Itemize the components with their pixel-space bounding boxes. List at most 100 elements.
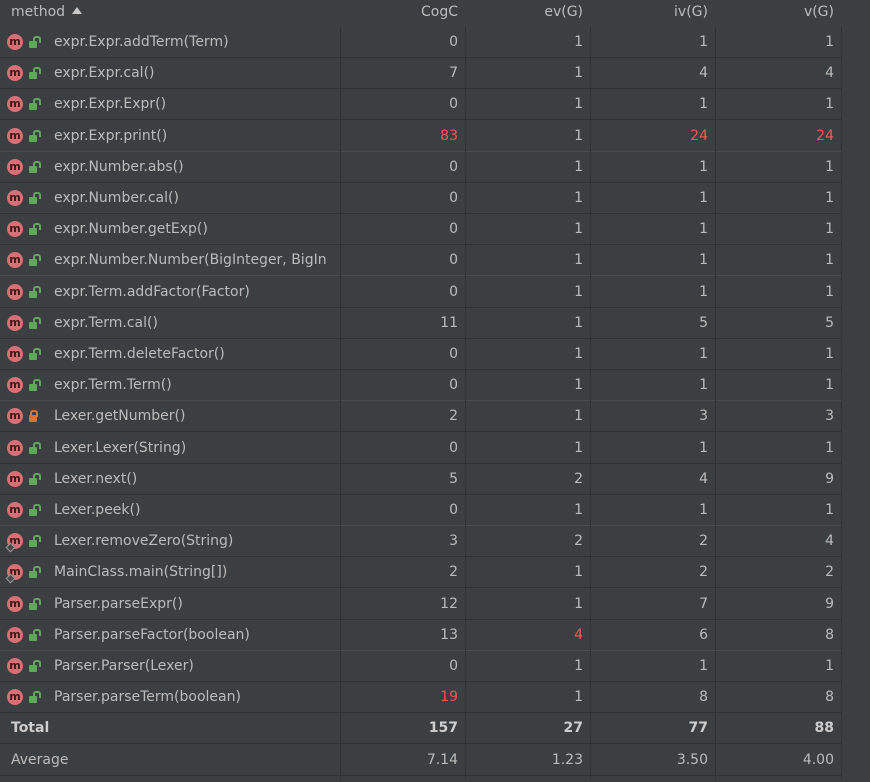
average-ivg-value: 3.50: [676, 752, 708, 768]
lock-open-icon: [29, 192, 41, 204]
evg-value: 1: [574, 96, 583, 112]
vg-value: 1: [825, 502, 834, 518]
column-header-evg[interactable]: ev(G): [466, 0, 591, 25]
method-icon: m: [7, 440, 23, 456]
method-cell[interactable]: m expr.Expr.addTerm(Term): [0, 27, 341, 57]
lock-body: [29, 478, 37, 485]
cogc-value: 13: [440, 627, 458, 643]
column-header-cogc[interactable]: CogC: [341, 0, 466, 25]
ivg-value: 4: [699, 471, 708, 487]
column-header-method[interactable]: method: [11, 0, 340, 25]
method-cell[interactable]: m Lexer.getNumber(): [0, 401, 341, 431]
method-cell[interactable]: m expr.Term.addFactor(Factor): [0, 277, 341, 307]
column-divider: [590, 27, 591, 779]
method-name: expr.Number.cal(): [54, 190, 179, 206]
method-cell[interactable]: m Parser.parseExpr(): [0, 589, 341, 619]
column-header-ivg[interactable]: iv(G): [591, 0, 716, 25]
method-cell[interactable]: m Lexer.next(): [0, 464, 341, 494]
vg-value: 8: [825, 627, 834, 643]
method-icon: m: [7, 65, 23, 81]
method-icon: m: [7, 34, 23, 50]
lock-open-icon: [29, 629, 41, 641]
method-name: Parser.parseTerm(boolean): [54, 689, 241, 705]
method-icon: m: [7, 252, 23, 268]
lock-body: [29, 103, 37, 110]
method-cell[interactable]: m expr.Expr.print(): [0, 121, 341, 151]
ivg-value: 1: [699, 252, 708, 268]
lock-body: [29, 665, 37, 672]
cogc-value: 3: [449, 533, 458, 549]
lock-body: [29, 291, 37, 298]
cogc-value: 0: [449, 252, 458, 268]
method-cell[interactable]: m expr.Term.Term(): [0, 370, 341, 400]
evg-value: 1: [574, 346, 583, 362]
lock-open-icon: [29, 286, 41, 298]
ivg-value: 1: [699, 502, 708, 518]
ivg-value: 1: [699, 440, 708, 456]
method-name: expr.Term.Term(): [54, 377, 172, 393]
evg-value: 1: [574, 377, 583, 393]
cogc-value: 0: [449, 346, 458, 362]
evg-value: 1: [574, 34, 583, 50]
vg-value: 1: [825, 34, 834, 50]
lock-body: [29, 166, 37, 173]
lock-body: [29, 509, 37, 516]
method-cell[interactable]: m Parser.parseFactor(boolean): [0, 620, 341, 650]
evg-value: 1: [574, 658, 583, 674]
cogc-value: 83: [440, 128, 458, 144]
cogc-value: 0: [449, 377, 458, 393]
cogc-value: 0: [449, 96, 458, 112]
method-cell[interactable]: m expr.Number.Number(BigInteger, BigIn: [0, 245, 341, 275]
method-cell[interactable]: m Lexer.removeZero(String): [0, 526, 341, 556]
cogc-value: 2: [449, 564, 458, 580]
cogc-value: 19: [440, 689, 458, 705]
method-icon: m: [7, 128, 23, 144]
method-cell[interactable]: m Parser.parseTerm(boolean): [0, 682, 341, 712]
method-cell[interactable]: m expr.Expr.Expr(): [0, 89, 341, 119]
total-ivg-value: 77: [688, 720, 708, 736]
method-name: expr.Expr.print(): [54, 128, 168, 144]
method-icon: m: [7, 346, 23, 362]
evg-value: 1: [574, 408, 583, 424]
vg-value: 9: [825, 471, 834, 487]
lock-open-icon: [29, 36, 41, 48]
ivg-value: 1: [699, 377, 708, 393]
method-cell[interactable]: m expr.Number.getExp(): [0, 214, 341, 244]
vg-value: 1: [825, 346, 834, 362]
method-name: expr.Expr.cal(): [54, 65, 155, 81]
method-cell[interactable]: m expr.Number.abs(): [0, 152, 341, 182]
lock-open-icon: [29, 348, 41, 360]
method-name: Lexer.next(): [54, 471, 138, 487]
evg-value: 1: [574, 284, 583, 300]
lock-open-icon: [29, 504, 41, 516]
method-cell[interactable]: m expr.Term.deleteFactor(): [0, 339, 341, 369]
method-cell[interactable]: m expr.Number.cal(): [0, 183, 341, 213]
vg-value: 1: [825, 221, 834, 237]
lock-open-icon: [29, 660, 41, 672]
lock-open-icon: [29, 223, 41, 235]
vg-value: 1: [825, 159, 834, 175]
method-cell[interactable]: m expr.Expr.cal(): [0, 58, 341, 88]
method-cell[interactable]: m Parser.Parser(Lexer): [0, 651, 341, 681]
column-header-vg[interactable]: v(G): [716, 0, 842, 25]
ivg-value: 6: [699, 627, 708, 643]
method-cell[interactable]: m Lexer.peek(): [0, 495, 341, 525]
method-name: Parser.Parser(Lexer): [54, 658, 194, 674]
lock-body: [29, 384, 37, 391]
lock-open-icon: [29, 691, 41, 703]
ivg-value: 1: [699, 34, 708, 50]
ivg-value: 1: [699, 221, 708, 237]
ivg-value: 1: [699, 346, 708, 362]
method-icon: m: [7, 377, 23, 393]
method-cell[interactable]: m MainClass.main(String[]): [0, 557, 341, 587]
method-cell[interactable]: m expr.Term.cal(): [0, 308, 341, 338]
lock-body: [29, 41, 37, 48]
method-cell[interactable]: m Lexer.Lexer(String): [0, 433, 341, 463]
lock-body: [29, 447, 37, 454]
lock-open-icon: [29, 317, 41, 329]
vg-value: 5: [825, 315, 834, 331]
cogc-value: 2: [449, 408, 458, 424]
cogc-value: 0: [449, 284, 458, 300]
vg-value: 1: [825, 658, 834, 674]
ivg-value: 1: [699, 284, 708, 300]
